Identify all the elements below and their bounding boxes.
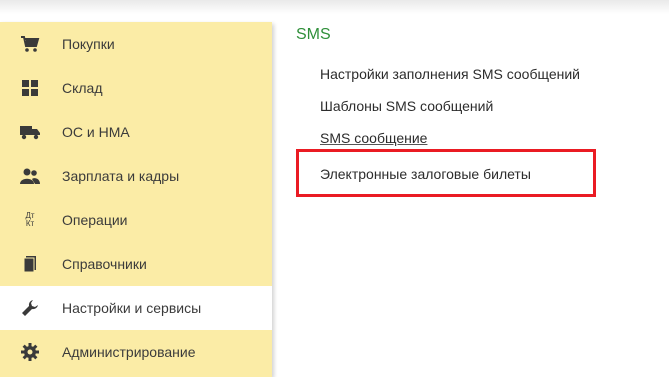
sidebar-item-label: Покупки — [62, 36, 115, 52]
people-icon — [18, 164, 42, 188]
sidebar-item-label: Склад — [62, 80, 103, 96]
sidebar-item-label: Администрирование — [62, 344, 196, 360]
gear-icon — [18, 340, 42, 364]
sidebar-item-label: Зарплата и кадры — [62, 168, 180, 184]
sidebar-item-directories[interactable]: Справочники — [0, 242, 272, 286]
sidebar-item-label: ОС и НМА — [62, 124, 130, 140]
highlight-frame — [296, 149, 596, 197]
sidebar-item-label: Справочники — [62, 256, 147, 272]
sidebar-item-warehouse[interactable]: Склад — [0, 66, 272, 110]
sidebar-item-purchases[interactable]: Покупки — [0, 22, 272, 66]
book-icon — [18, 252, 42, 276]
sidebar-item-operations[interactable]: Дт Кт Операции — [0, 198, 272, 242]
wrench-icon — [18, 296, 42, 320]
link-sms-fill-settings[interactable]: Настройки заполнения SMS сообщений — [320, 66, 580, 82]
section-title: SMS — [296, 26, 331, 43]
sidebar-item-administration[interactable]: Администрирование — [0, 330, 272, 374]
cart-icon — [18, 32, 42, 56]
debit-credit-icon-text: Дт Кт — [25, 211, 35, 228]
sidebar-item-settings[interactable]: Настройки и сервисы — [0, 286, 272, 330]
warehouse-grid-icon — [18, 76, 42, 100]
sidebar-item-salary[interactable]: Зарплата и кадры — [0, 154, 272, 198]
app-window: Покупки Склад ОС и НМА Зарплата и кадры … — [0, 0, 669, 377]
link-sms-message[interactable]: SMS сообщение — [320, 130, 427, 146]
truck-icon — [18, 120, 42, 144]
sidebar-item-label: Настройки и сервисы — [62, 300, 202, 316]
link-sms-templates[interactable]: Шаблоны SMS сообщений — [320, 98, 493, 114]
sidebar: Покупки Склад ОС и НМА Зарплата и кадры … — [0, 22, 272, 377]
debit-credit-icon: Дт Кт — [18, 208, 42, 232]
sidebar-item-label: Операции — [62, 212, 128, 228]
sidebar-item-fixed-assets[interactable]: ОС и НМА — [0, 110, 272, 154]
content-panel: SMS Настройки заполнения SMS сообщений Ш… — [296, 0, 669, 377]
